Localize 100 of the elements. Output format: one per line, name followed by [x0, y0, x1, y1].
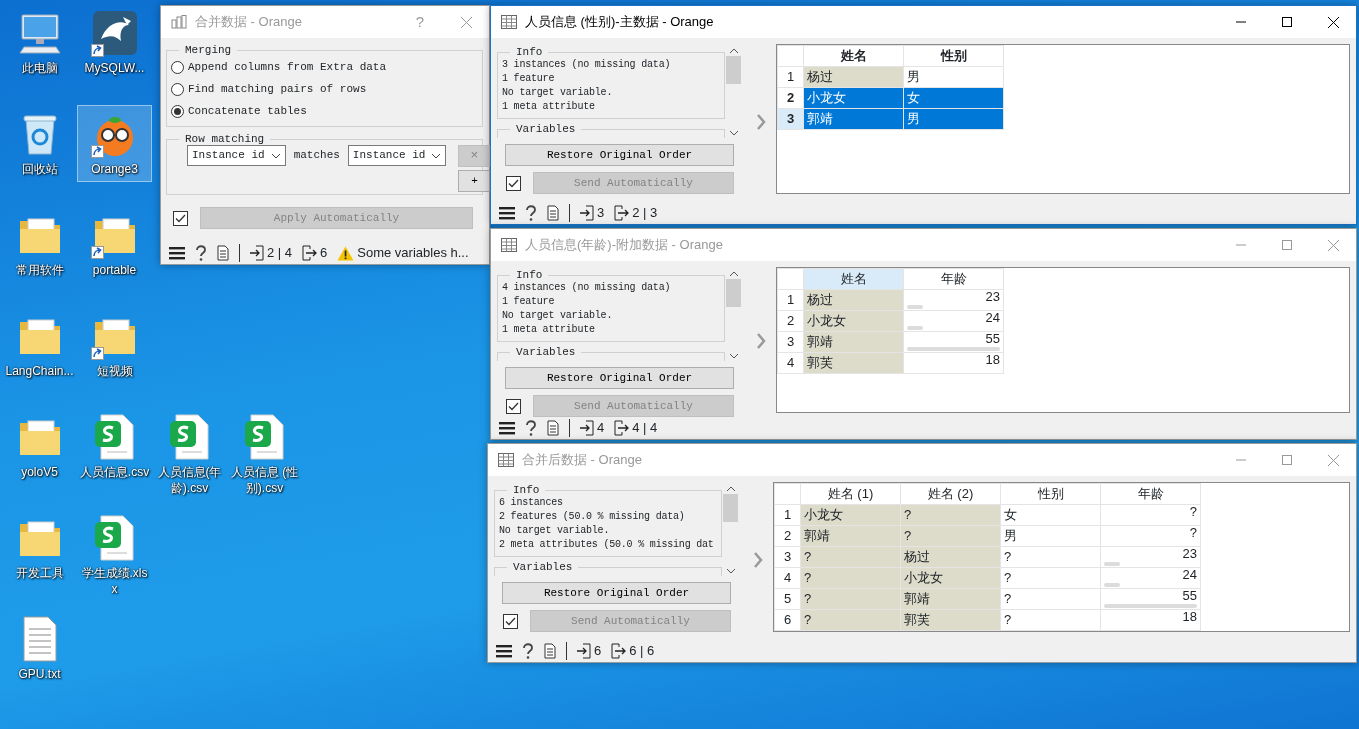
scroll-up-icon[interactable]: [728, 48, 739, 54]
radio-button[interactable]: [171, 104, 184, 118]
table-cell-text: ?: [1188, 526, 1197, 539]
column-header[interactable]: 性别: [903, 45, 1004, 67]
input-icon: [580, 205, 594, 221]
close-icon: [1327, 454, 1339, 466]
row-number[interactable]: 5: [774, 588, 801, 610]
dolphin-app-icon[interactable]: [90, 9, 139, 57]
group-label: Variables: [515, 346, 577, 358]
scroll-up-icon[interactable]: [728, 271, 739, 277]
restore-order-button[interactable]: Restore Original Order: [505, 367, 734, 389]
table-cell-text: 18: [1181, 610, 1197, 623]
row-number[interactable]: 2: [774, 525, 801, 547]
restore-order-button[interactable]: Restore Original Order: [502, 582, 731, 604]
option-label[interactable]: Find matching pairs of rows: [188, 80, 367, 98]
window-title: 人员信息(年龄)-附加数据 - Orange: [525, 236, 723, 255]
radio-button[interactable]: [171, 60, 184, 74]
warning-icon: [337, 245, 355, 261]
report-icon[interactable]: [544, 643, 556, 659]
group-label: Info: [515, 46, 544, 58]
scroll-down-icon[interactable]: [728, 353, 739, 359]
info-text: 1 meta attribute: [502, 100, 596, 114]
option-label[interactable]: Append columns from Extra data: [188, 58, 387, 76]
help-icon[interactable]: [195, 245, 207, 261]
table-cell: ?: [1000, 567, 1101, 589]
input-icon: [577, 643, 591, 659]
menu-icon[interactable]: [499, 421, 515, 435]
option-label[interactable]: Concatenate tables: [188, 102, 307, 120]
output-icon: [302, 245, 318, 261]
scroll-down-icon[interactable]: [725, 568, 736, 574]
maximize-icon: [1282, 17, 1292, 27]
output-icon: [614, 420, 630, 436]
help-icon[interactable]: [525, 420, 537, 436]
help-icon[interactable]: [522, 643, 534, 659]
table-icon: [501, 238, 517, 252]
table-cell-text: 23: [984, 290, 1000, 303]
row-number[interactable]: 2: [777, 310, 804, 332]
column-header[interactable]: 姓名 (2): [900, 483, 1001, 505]
input-icon: [580, 420, 594, 436]
help-icon[interactable]: [525, 205, 537, 221]
restore-order-button[interactable]: Restore Original Order: [505, 144, 734, 166]
table-cell-text: 23: [1181, 547, 1197, 560]
info-text: No target variable.: [499, 524, 611, 538]
table-icon: [498, 453, 514, 467]
menu-icon[interactable]: [169, 246, 185, 260]
group-label: Variables: [512, 561, 574, 573]
row-number[interactable]: 1: [777, 289, 804, 311]
icon-label[interactable]: 回收站: [21, 161, 58, 177]
info-text: 1 feature: [502, 295, 556, 309]
dropdown[interactable]: Instance id: [187, 145, 286, 166]
table-cell: ?: [1000, 588, 1101, 610]
column-header[interactable]: 姓名: [803, 268, 904, 290]
output-count: 6 | 6: [629, 642, 655, 661]
table-cell: 男: [903, 66, 1004, 88]
column-header[interactable]: 姓名 (1): [800, 483, 901, 505]
radio-button[interactable]: [171, 82, 184, 96]
row-number[interactable]: 6: [774, 609, 801, 631]
row-number[interactable]: 1: [777, 66, 804, 88]
icon-label[interactable]: 常用软件: [15, 262, 64, 278]
menu-icon[interactable]: [499, 206, 515, 220]
row-number[interactable]: 4: [774, 567, 801, 589]
scroll-down-icon[interactable]: [728, 130, 739, 136]
column-header[interactable]: 年龄: [903, 268, 1004, 290]
input-count: 4: [597, 419, 605, 438]
scrollbar[interactable]: [725, 46, 742, 138]
table-cell-text: 18: [984, 353, 1000, 366]
column-header[interactable]: 姓名: [803, 45, 904, 67]
column-header[interactable]: 性别: [1000, 483, 1101, 505]
table-cell: ?: [1000, 609, 1101, 631]
column-header[interactable]: 年龄: [1100, 483, 1201, 505]
table-cell-text: 55: [984, 332, 1000, 345]
row-number[interactable]: 3: [774, 546, 801, 568]
table-icon: [501, 15, 517, 29]
icon-label[interactable]: portable: [92, 262, 137, 278]
row-number[interactable]: 3: [777, 108, 804, 130]
info-text: 4 instances (no missing data): [502, 281, 672, 295]
menu-icon[interactable]: [496, 644, 512, 658]
report-icon[interactable]: [547, 205, 559, 221]
report-icon[interactable]: [217, 245, 229, 261]
info-text: 3 instances (no missing data): [502, 58, 672, 72]
maximize-icon: [1282, 240, 1292, 250]
table-cell: 女: [1000, 504, 1101, 526]
row-number[interactable]: 4: [777, 352, 804, 374]
scroll-up-icon[interactable]: [725, 486, 736, 492]
report-icon[interactable]: [547, 420, 559, 436]
bar-chart-icon: [171, 15, 187, 29]
row-number[interactable]: 2: [777, 87, 804, 109]
dropdown[interactable]: Instance id: [347, 145, 447, 166]
scrollbar[interactable]: [725, 269, 742, 361]
scrollbar[interactable]: [722, 484, 739, 576]
table-cell-text: 24: [984, 311, 1000, 324]
row-number[interactable]: 3: [777, 331, 804, 353]
caret-icon: [431, 152, 442, 159]
icon-label[interactable]: MySQLW...: [84, 60, 145, 76]
input-count: 6: [594, 642, 602, 661]
icon-label[interactable]: 此电脑: [21, 60, 58, 76]
add-button[interactable]: +: [458, 170, 491, 192]
table-cell-text: 24: [1181, 568, 1197, 581]
info-text: No target variable.: [502, 86, 614, 100]
row-number[interactable]: 1: [774, 504, 801, 526]
